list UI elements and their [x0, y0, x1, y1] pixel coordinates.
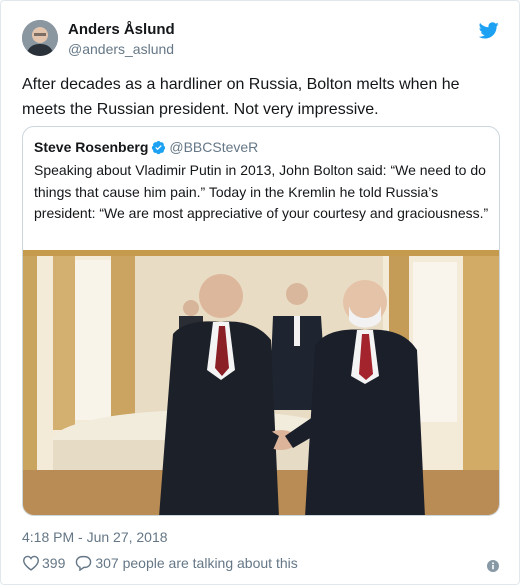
tweet-actions: 399 307 people are talking about this — [22, 555, 298, 575]
talking-about-link[interactable]: 307 people are talking about this — [95, 555, 297, 571]
heart-icon[interactable] — [22, 555, 40, 571]
author-handle[interactable]: @anders_aslund — [68, 41, 174, 57]
quoted-author-name[interactable]: Steve Rosenberg — [34, 139, 148, 155]
twitter-bird-icon[interactable] — [478, 22, 499, 39]
quoted-tweet-photo[interactable] — [23, 250, 499, 515]
embedded-tweet-card: Anders Åslund @anders_aslund After decad… — [0, 0, 520, 585]
tweet-timestamp[interactable]: 4:18 PM - Jun 27, 2018 — [22, 529, 168, 545]
speech-bubble-icon[interactable] — [75, 555, 92, 572]
quoted-author-handle[interactable]: @BBCSteveR — [169, 139, 258, 155]
quoted-tweet-text: Speaking about Vladimir Putin in 2013, J… — [34, 162, 489, 221]
author-name[interactable]: Anders Åslund — [68, 21, 175, 38]
tweet-text: After decades as a hardliner on Russia, … — [22, 76, 460, 118]
verified-badge-icon — [151, 140, 166, 155]
like-count[interactable]: 399 — [42, 555, 65, 571]
quoted-tweet[interactable]: Steve Rosenberg @BBCSteveR Speaking about… — [22, 126, 500, 516]
author-avatar[interactable] — [22, 20, 58, 56]
quoted-tweet-header: Steve Rosenberg @BBCSteveR — [34, 139, 258, 157]
info-icon[interactable] — [487, 559, 499, 572]
